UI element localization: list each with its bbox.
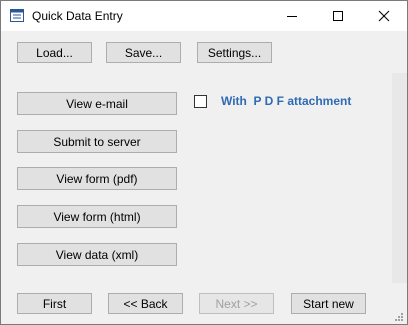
back-button[interactable]: << Back — [108, 293, 183, 314]
next-button[interactable]: Next >> — [199, 293, 274, 314]
view-data-xml-button[interactable]: View data (xml) — [17, 243, 177, 266]
view-form-pdf-button[interactable]: View form (pdf) — [17, 167, 177, 190]
pdf-attachment-checkbox[interactable] — [194, 95, 207, 108]
submit-to-server-button[interactable]: Submit to server — [17, 130, 177, 153]
start-new-button[interactable]: Start new — [291, 293, 366, 314]
pdf-attachment-label[interactable]: With P D F attachment — [221, 94, 351, 108]
maximize-icon — [333, 11, 343, 21]
app-window: Quick Data Entry Load... Save... Setting… — [0, 0, 408, 325]
view-email-button[interactable]: View e-mail — [17, 92, 177, 115]
resize-grip-icon[interactable] — [394, 312, 404, 322]
maximize-button[interactable] — [315, 1, 361, 31]
title-bar[interactable]: Quick Data Entry — [1, 1, 407, 31]
settings-button[interactable]: Settings... — [197, 42, 272, 63]
load-button[interactable]: Load... — [17, 42, 92, 63]
minimize-button[interactable] — [269, 1, 315, 31]
scrollbar[interactable] — [392, 73, 407, 283]
minimize-icon — [287, 16, 297, 17]
close-icon — [378, 10, 390, 22]
save-button[interactable]: Save... — [106, 42, 181, 63]
close-button[interactable] — [361, 1, 407, 31]
app-icon — [10, 9, 24, 22]
window-title: Quick Data Entry — [32, 9, 123, 23]
first-button[interactable]: First — [17, 293, 92, 314]
view-form-html-button[interactable]: View form (html) — [17, 205, 177, 228]
